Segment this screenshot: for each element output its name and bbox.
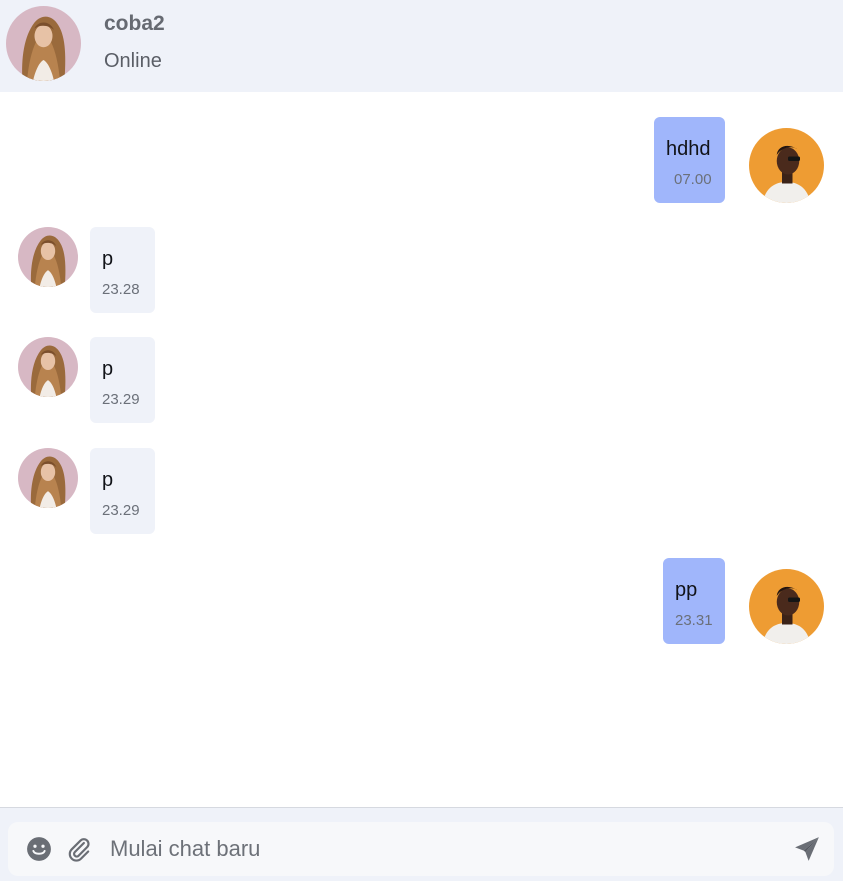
incoming-bubble: p 23.29 — [90, 448, 155, 534]
message-text: p — [102, 358, 114, 380]
contact-avatar-image — [6, 6, 81, 81]
contact-avatar[interactable] — [6, 6, 81, 81]
message-time: 23.28 — [102, 281, 140, 298]
message-text: p — [102, 469, 114, 491]
chat-window: coba2 Online hdhd 07.00 p 23.28 p 23.29 … — [0, 0, 843, 881]
contact-avatar-small — [18, 337, 78, 397]
message-time: 23.29 — [102, 502, 140, 519]
contact-name: coba2 — [104, 12, 165, 35]
message-row: pp 23.31 — [0, 533, 843, 644]
incoming-bubble: p 23.29 — [90, 337, 155, 423]
message-row: p 23.29 — [0, 312, 843, 423]
message-list[interactable]: hdhd 07.00 p 23.28 p 23.29 p 23.29 pp 23… — [0, 92, 843, 807]
message-time: 23.31 — [675, 612, 713, 629]
message-input[interactable] — [108, 830, 768, 868]
message-text: pp — [675, 579, 698, 601]
message-time: 07.00 — [674, 171, 712, 188]
emoji-icon[interactable] — [26, 836, 52, 862]
contact-avatar-small — [18, 448, 78, 508]
send-icon[interactable] — [794, 836, 820, 862]
paperclip-icon[interactable] — [66, 836, 92, 862]
message-composer — [8, 822, 834, 876]
message-text: p — [102, 248, 114, 270]
outgoing-bubble: pp 23.31 — [663, 558, 725, 644]
composer-bar — [0, 807, 843, 881]
message-time: 23.29 — [102, 391, 140, 408]
chat-header: coba2 Online — [0, 0, 843, 92]
message-row: p 23.28 — [0, 202, 843, 313]
contact-status: Online — [104, 50, 162, 72]
self-avatar — [749, 128, 824, 203]
incoming-bubble: p 23.28 — [90, 227, 155, 313]
message-text: hdhd — [666, 138, 711, 160]
contact-avatar-small — [18, 227, 78, 287]
message-row: hdhd 07.00 — [0, 92, 843, 203]
message-row: p 23.29 — [0, 423, 843, 534]
outgoing-bubble: hdhd 07.00 — [654, 117, 725, 203]
self-avatar — [749, 569, 824, 644]
